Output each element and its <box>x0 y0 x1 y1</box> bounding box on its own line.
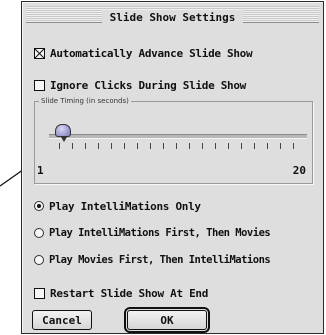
play-option-1-row[interactable]: Play IntelliMations Only <box>34 197 201 215</box>
slide-timing-slider-thumb[interactable] <box>55 124 71 142</box>
restart-checkbox[interactable] <box>34 287 45 299</box>
ignore-clicks-label: Ignore Clicks During Slide Show <box>50 78 246 92</box>
play-option-1-label: Play IntelliMations Only <box>49 199 201 213</box>
play-option-3-radio[interactable] <box>34 255 44 265</box>
auto-advance-checkbox-row[interactable]: Automatically Advance Slide Show <box>34 44 253 62</box>
slide-timing-tick-marks <box>59 143 305 149</box>
dialog-titlebar[interactable]: Slide Show Settings <box>26 6 319 26</box>
slide-timing-max-label: 20 <box>292 164 306 177</box>
screenshot-stage: Slide Show Settings Automatically Advanc… <box>0 0 326 335</box>
auto-advance-checkbox[interactable] <box>34 47 45 59</box>
play-option-2-label: Play IntelliMations First, Then Movies <box>49 227 271 239</box>
play-option-2-row[interactable]: Play IntelliMations First, Then Movies <box>34 224 271 242</box>
slide-show-settings-dialog: Slide Show Settings Automatically Advanc… <box>21 1 324 334</box>
play-option-3-row[interactable]: Play Movies First, Then IntelliMations <box>34 251 271 269</box>
auto-advance-label: Automatically Advance Slide Show <box>50 46 253 60</box>
ignore-clicks-checkbox-row[interactable]: Ignore Clicks During Slide Show <box>34 76 246 94</box>
slide-timing-group: Slide Timing (in seconds) 1 20 <box>34 95 313 184</box>
restart-label: Restart Slide Show At End <box>50 286 209 300</box>
ok-button[interactable]: OK <box>124 307 210 333</box>
restart-checkbox-row[interactable]: Restart Slide Show At End <box>34 284 208 302</box>
play-option-3-label: Play Movies First, Then IntelliMations <box>49 254 271 266</box>
slide-timing-group-label: Slide Timing (in seconds) <box>39 95 131 107</box>
slide-timing-min-label: 1 <box>37 164 44 177</box>
play-option-1-radio[interactable] <box>34 201 44 211</box>
play-option-2-radio[interactable] <box>34 228 44 238</box>
slide-timing-slider-track[interactable] <box>49 134 307 139</box>
dialog-title: Slide Show Settings <box>101 10 244 26</box>
cancel-button[interactable]: Cancel <box>32 310 92 330</box>
ignore-clicks-checkbox[interactable] <box>34 79 45 91</box>
